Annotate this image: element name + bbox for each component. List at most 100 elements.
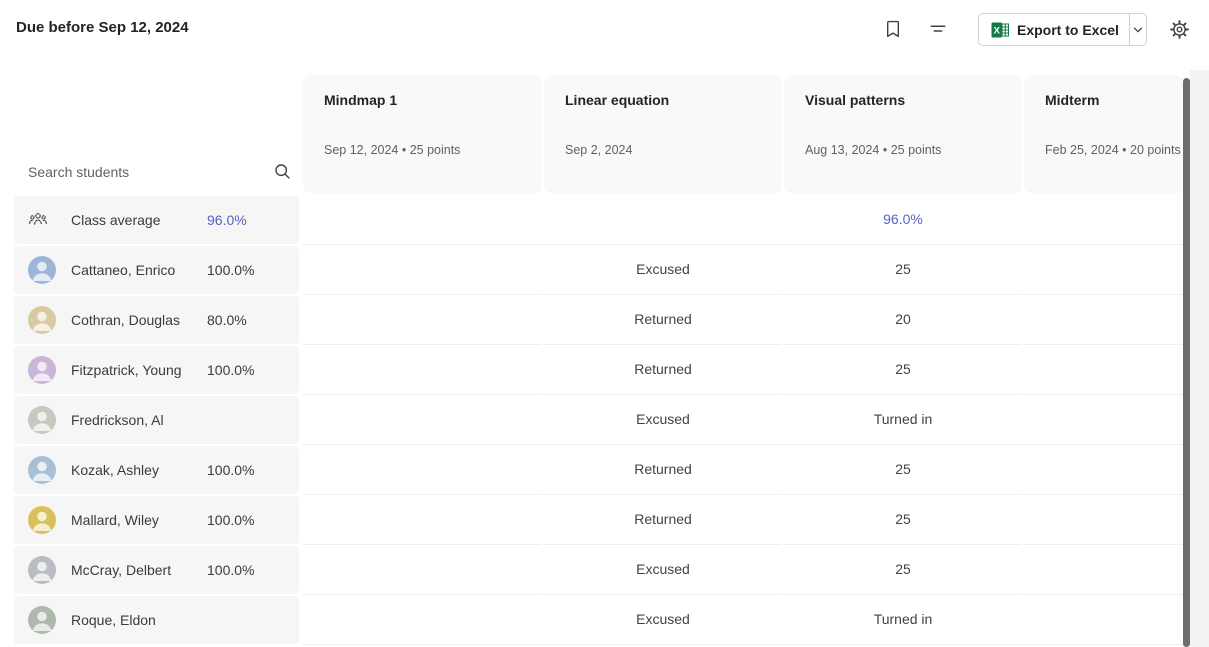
grade-cell[interactable]: 20 <box>784 295 1022 345</box>
assignment-due-points: Sep 12, 2024 • 25 points <box>324 143 460 157</box>
vertical-scrollbar-thumb[interactable] <box>1183 78 1190 647</box>
student-avatar <box>28 306 56 334</box>
assignment-header[interactable]: Midterm Feb 25, 2024 • 20 points <box>1024 75 1183 193</box>
grade-cell[interactable]: Excused <box>544 395 782 445</box>
assignment-header[interactable]: Visual patterns Aug 13, 2024 • 25 points <box>784 75 1022 193</box>
grade-cell[interactable]: 25 <box>784 545 1022 595</box>
grade-cell[interactable]: 96.0% <box>784 195 1022 245</box>
grade-cell[interactable] <box>303 545 542 595</box>
grade-cell[interactable] <box>1024 445 1183 495</box>
grade-cell[interactable]: Turned in <box>784 395 1022 445</box>
student-name: Roque, Eldon <box>71 596 156 644</box>
grade-cell[interactable]: Returned <box>544 445 782 495</box>
student-row[interactable]: Kozak, Ashley 100.0% <box>14 446 299 494</box>
grade-cell[interactable] <box>303 395 542 445</box>
student-name: McCray, Delbert <box>71 546 171 594</box>
export-menu-chevron-button[interactable] <box>1130 14 1146 45</box>
settings-button[interactable] <box>1163 13 1195 45</box>
bookmark-button[interactable] <box>877 13 909 45</box>
grade-cell[interactable] <box>303 195 542 245</box>
grade-cell[interactable]: Excused <box>544 595 782 645</box>
grade-cell[interactable] <box>303 345 542 395</box>
student-name: Mallard, Wiley <box>71 496 159 544</box>
student-name: Cothran, Douglas <box>71 296 180 344</box>
grade-cell[interactable]: Returned <box>544 295 782 345</box>
class-average-label: Class average <box>71 196 161 244</box>
grade-cell[interactable]: 25 <box>784 495 1022 545</box>
export-to-excel-split-button: X Export to Excel <box>978 13 1147 46</box>
export-to-excel-label: Export to Excel <box>1017 22 1119 38</box>
student-row[interactable]: Mallard, Wiley 100.0% <box>14 496 299 544</box>
student-average: 80.0% <box>207 296 247 344</box>
person-icon <box>28 606 56 634</box>
grade-cell[interactable]: Returned <box>544 495 782 545</box>
student-average: 100.0% <box>207 446 254 494</box>
student-row[interactable]: McCray, Delbert 100.0% <box>14 546 299 594</box>
class-average-row[interactable]: Class average 96.0% <box>14 196 299 244</box>
grade-cell[interactable] <box>1024 195 1183 245</box>
person-icon <box>28 556 56 584</box>
person-icon <box>28 356 56 384</box>
assignment-header[interactable]: Mindmap 1 Sep 12, 2024 • 25 points <box>303 75 542 193</box>
chevron-down-icon <box>1131 23 1145 37</box>
grade-cell[interactable] <box>1024 495 1183 545</box>
student-avatar <box>28 456 56 484</box>
student-average: 100.0% <box>207 346 254 394</box>
grade-cell[interactable] <box>544 195 782 245</box>
student-name: Fitzpatrick, Young <box>71 346 182 394</box>
grade-cell[interactable]: 25 <box>784 445 1022 495</box>
svg-text:X: X <box>994 25 1001 36</box>
student-name: Kozak, Ashley <box>71 446 159 494</box>
grade-cell[interactable] <box>1024 595 1183 645</box>
assignment-due-points: Aug 13, 2024 • 25 points <box>805 143 941 157</box>
grade-cell[interactable] <box>1024 395 1183 445</box>
person-icon <box>28 256 56 284</box>
search-icon[interactable] <box>273 162 292 181</box>
student-avatar <box>28 256 56 284</box>
grade-cell[interactable]: 25 <box>784 345 1022 395</box>
assignment-due-points: Sep 2, 2024 <box>565 143 632 157</box>
student-row[interactable]: Fredrickson, Al <box>14 396 299 444</box>
student-avatar <box>28 556 56 584</box>
vertical-scrollbar-track[interactable] <box>1190 70 1209 647</box>
grade-cell[interactable] <box>1024 295 1183 345</box>
grade-cell[interactable] <box>1024 345 1183 395</box>
student-row[interactable]: Cattaneo, Enrico 100.0% <box>14 246 299 294</box>
student-avatar <box>28 606 56 634</box>
student-average: 100.0% <box>207 246 254 294</box>
export-to-excel-button[interactable]: X Export to Excel <box>979 14 1129 45</box>
assignment-header[interactable]: Linear equation Sep 2, 2024 <box>544 75 782 193</box>
student-row[interactable]: Fitzpatrick, Young 100.0% <box>14 346 299 394</box>
search-students-input[interactable] <box>28 156 258 188</box>
student-name: Cattaneo, Enrico <box>71 246 175 294</box>
bookmark-icon <box>883 19 903 39</box>
gear-icon <box>1169 19 1190 40</box>
grade-cell[interactable]: Excused <box>544 245 782 295</box>
people-team-icon <box>28 210 48 230</box>
student-avatar <box>28 406 56 434</box>
assignment-due-points: Feb 25, 2024 • 20 points <box>1045 143 1181 157</box>
grade-cell[interactable]: Returned <box>544 345 782 395</box>
person-icon <box>28 406 56 434</box>
grade-cell[interactable]: Turned in <box>784 595 1022 645</box>
person-icon <box>28 456 56 484</box>
grade-cell[interactable]: 25 <box>784 245 1022 295</box>
grade-cell[interactable] <box>1024 245 1183 295</box>
excel-icon: X <box>991 21 1009 39</box>
grade-cell[interactable] <box>303 495 542 545</box>
student-row[interactable]: Cothran, Douglas 80.0% <box>14 296 299 344</box>
grade-cell[interactable] <box>303 595 542 645</box>
grade-cell[interactable] <box>303 295 542 345</box>
assignment-title: Mindmap 1 <box>324 92 542 108</box>
grade-cell[interactable] <box>303 445 542 495</box>
person-icon <box>28 506 56 534</box>
assignment-title: Visual patterns <box>805 92 1022 108</box>
class-average-percent: 96.0% <box>207 196 247 244</box>
student-row[interactable]: Roque, Eldon <box>14 596 299 644</box>
assignment-title: Linear equation <box>565 92 782 108</box>
grade-cell[interactable] <box>303 245 542 295</box>
filter-button[interactable] <box>922 13 954 45</box>
grade-cell[interactable]: Excused <box>544 545 782 595</box>
person-icon <box>28 306 56 334</box>
grade-cell[interactable] <box>1024 545 1183 595</box>
